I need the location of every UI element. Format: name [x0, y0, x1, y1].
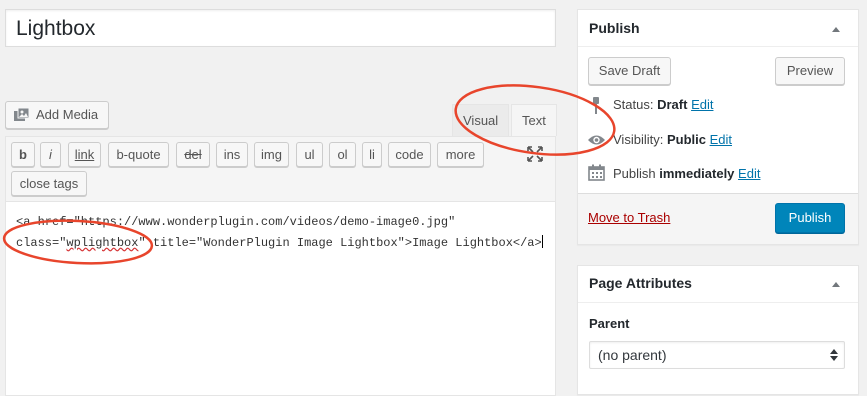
divider: [578, 46, 858, 47]
qt-close-tags-button[interactable]: close tags: [11, 171, 87, 196]
post-title-input[interactable]: Lightbox: [5, 9, 556, 47]
parent-select[interactable]: (no parent): [589, 341, 845, 369]
qt-bold-button[interactable]: b: [11, 142, 35, 167]
edit-status-link[interactable]: Edit: [691, 97, 713, 112]
content-line-2-suffix: " title="WonderPlugin Image Lightbox">Im…: [138, 236, 542, 250]
select-arrows-icon: [830, 349, 838, 361]
qt-link-button[interactable]: link: [68, 142, 101, 167]
add-media-button[interactable]: Add Media: [5, 101, 109, 129]
publish-box-title: Publish: [589, 20, 640, 36]
publish-button[interactable]: Publish: [775, 203, 845, 233]
parent-select-value: (no parent): [598, 347, 667, 363]
annotation-ellipse-class: [2, 219, 154, 265]
divider: [578, 302, 858, 303]
qt-ul-button[interactable]: ul: [296, 142, 323, 167]
edit-schedule-link[interactable]: Edit: [738, 166, 760, 181]
move-to-trash-link[interactable]: Move to Trash: [588, 210, 670, 225]
qt-blockquote-button[interactable]: b-quote: [108, 142, 169, 167]
annotation-ellipse-text-tab: [454, 84, 616, 156]
qt-img-button[interactable]: img: [254, 142, 289, 167]
preview-button[interactable]: Preview: [775, 57, 845, 85]
visibility-value: Public: [666, 132, 706, 147]
qt-code-button[interactable]: code: [388, 142, 431, 167]
qt-ins-button[interactable]: ins: [216, 142, 248, 167]
status-row: Status: Draft Edit: [613, 97, 714, 112]
schedule-value: immediately: [659, 166, 735, 181]
qt-italic-button[interactable]: i: [40, 142, 61, 167]
calendar-icon: [588, 164, 605, 181]
edit-visibility-link[interactable]: Edit: [710, 132, 732, 147]
media-icon: [14, 108, 30, 121]
visibility-row: Visibility: Public Edit: [613, 132, 733, 147]
schedule-row: Publish immediately Edit: [613, 166, 761, 181]
publish-toggle-icon[interactable]: [832, 27, 840, 32]
save-draft-button[interactable]: Save Draft: [588, 57, 671, 85]
status-value: Draft: [657, 97, 688, 112]
qt-del-button[interactable]: del: [176, 142, 210, 167]
add-media-label: Add Media: [36, 107, 99, 122]
qt-ol-button[interactable]: ol: [329, 142, 356, 167]
qt-li-button[interactable]: li: [362, 142, 382, 167]
page-attributes-title: Page Attributes: [589, 275, 692, 291]
page-attributes-toggle-icon[interactable]: [832, 282, 840, 287]
parent-label: Parent: [589, 316, 630, 331]
text-caret: [541, 235, 543, 248]
